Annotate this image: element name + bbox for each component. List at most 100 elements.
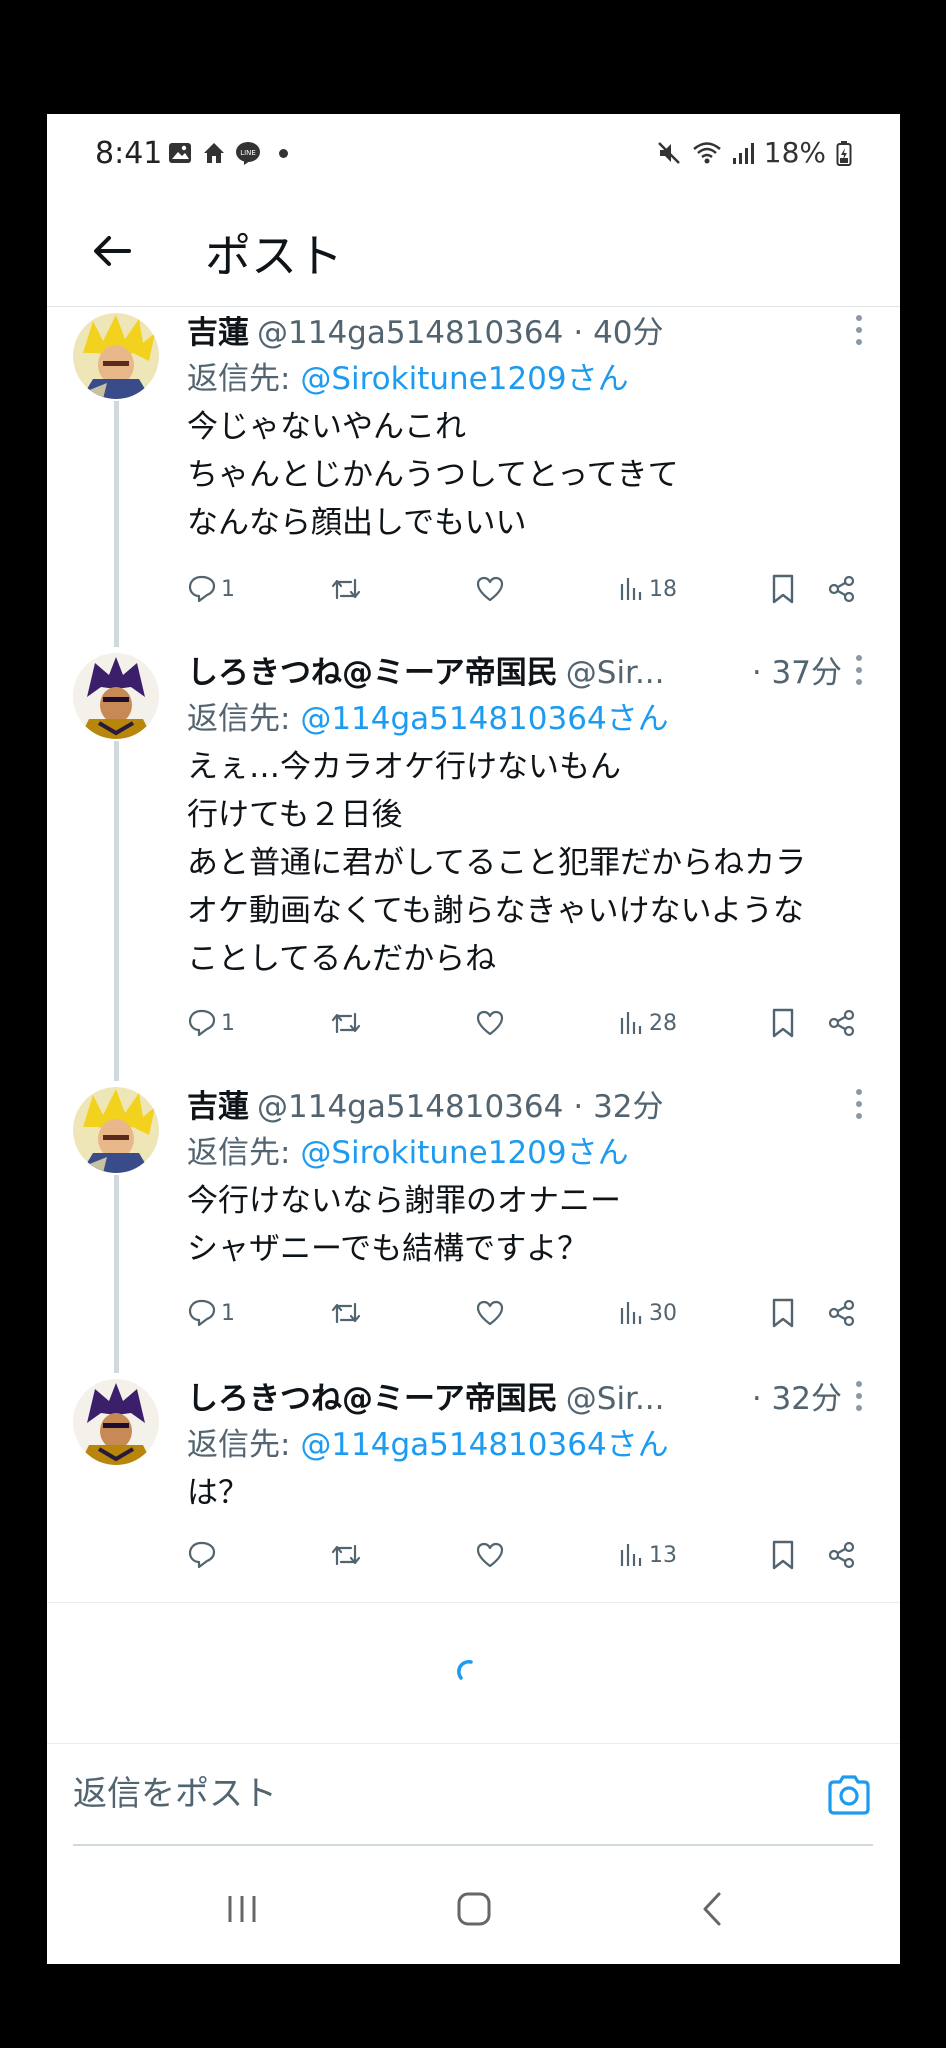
page-title: ポスト xyxy=(205,229,343,283)
system-status: 18% xyxy=(656,136,852,169)
back-arrow-icon[interactable] xyxy=(87,226,137,276)
home-button-icon[interactable] xyxy=(453,1888,495,1930)
top-app-bar: ポスト xyxy=(47,196,900,307)
reply-prefix: 返信先: xyxy=(187,701,301,737)
repost-button[interactable] xyxy=(329,1293,363,1333)
timestamp[interactable]: · 32分 xyxy=(752,1373,860,1418)
home-icon xyxy=(204,143,224,163)
views-button[interactable]: 30 xyxy=(619,1293,677,1333)
system-nav-bar xyxy=(47,1854,900,1964)
views-button[interactable]: 18 xyxy=(619,569,677,609)
more-options-icon[interactable] xyxy=(854,313,864,347)
more-options-icon[interactable] xyxy=(854,653,864,687)
mute-icon xyxy=(657,141,680,164)
bookmark-button[interactable] xyxy=(769,1003,797,1043)
reply-prefix: 返信先: xyxy=(187,1427,301,1463)
timestamp[interactable]: · 37分 xyxy=(752,647,860,692)
line-icon: LINE xyxy=(236,142,260,165)
avatar[interactable] xyxy=(73,313,159,399)
bookmark-icon xyxy=(772,574,794,604)
reply-icon xyxy=(188,1299,216,1327)
tweet[interactable]: 吉蓮 @114ga514810364 · 32分 返信先: @Sirokitun… xyxy=(47,1081,900,1373)
avatar[interactable] xyxy=(73,1379,159,1465)
back-button-icon[interactable] xyxy=(693,1888,735,1930)
repost-icon xyxy=(331,1302,361,1324)
reply-button[interactable]: 1 xyxy=(187,1293,235,1333)
tweet[interactable]: 吉蓮 @114ga514810364 · 40分 返信先: @Sirokitun… xyxy=(47,307,900,647)
avatar[interactable] xyxy=(73,653,159,739)
tweet-header: しろきつね@ミーア帝国民 @Sir... · 32分 xyxy=(187,1373,860,1417)
reply-count: 1 xyxy=(221,576,235,602)
thread-connector xyxy=(114,1175,119,1373)
heart-icon xyxy=(476,1542,504,1568)
repost-icon xyxy=(331,578,361,600)
reply-mention-link[interactable]: @114ga514810364さん xyxy=(300,701,668,737)
reply-button[interactable]: 1 xyxy=(187,569,235,609)
timestamp[interactable]: · 40分 xyxy=(573,307,681,352)
tweet[interactable]: しろきつね@ミーア帝国民 @Sir... · 32分 返信先: @114ga51… xyxy=(47,1373,900,1597)
bookmark-button[interactable] xyxy=(769,1293,797,1333)
battery-icon xyxy=(836,140,852,166)
views-icon xyxy=(620,1302,642,1324)
bookmark-button[interactable] xyxy=(769,1535,797,1575)
reply-count: 1 xyxy=(221,1010,235,1036)
repost-icon xyxy=(331,1544,361,1566)
more-options-icon[interactable] xyxy=(854,1087,864,1121)
share-button[interactable] xyxy=(827,1293,857,1333)
avatar[interactable] xyxy=(73,1087,159,1173)
reply-button[interactable] xyxy=(187,1535,221,1575)
repost-button[interactable] xyxy=(329,569,363,609)
views-icon xyxy=(620,1012,642,1034)
reply-icon xyxy=(188,1541,216,1569)
user-handle[interactable]: @114ga514810364 xyxy=(257,315,563,351)
reply-input[interactable]: 返信をポスト xyxy=(73,1744,873,1846)
gallery-icon xyxy=(169,143,191,163)
views-button[interactable]: 13 xyxy=(619,1535,677,1575)
repost-button[interactable] xyxy=(329,1003,363,1043)
camera-icon[interactable] xyxy=(826,1774,872,1816)
repost-icon xyxy=(331,1012,361,1034)
share-button[interactable] xyxy=(827,569,857,609)
phone-screen: 8:41 LINE 18% ポスト 吉蓮 @114ga514810364 · 4… xyxy=(47,114,900,1964)
tweet-text: 今行けないなら謝罪のオナニー シャザニーでも結構ですよ？ xyxy=(187,1183,621,1267)
tweet[interactable]: しろきつね@ミーア帝国民 @Sir... · 37分 返信先: @114ga51… xyxy=(47,647,900,1081)
display-name[interactable]: しろきつね@ミーア帝国民 xyxy=(187,647,558,692)
user-handle[interactable]: @114ga514810364 xyxy=(257,1089,563,1125)
tweet-actions: 13 xyxy=(187,1535,867,1575)
display-name[interactable]: 吉蓮 xyxy=(187,1081,249,1126)
like-button[interactable] xyxy=(475,1003,505,1043)
bookmark-button[interactable] xyxy=(769,569,797,609)
repost-button[interactable] xyxy=(329,1535,363,1575)
share-button[interactable] xyxy=(827,1535,857,1575)
view-count: 30 xyxy=(649,1300,677,1326)
views-icon xyxy=(620,578,642,600)
user-handle[interactable]: @Sir... xyxy=(566,655,665,691)
reply-mention-link[interactable]: @Sirokitune1209さん xyxy=(300,1135,628,1171)
thread-connector xyxy=(114,401,119,647)
more-options-icon[interactable] xyxy=(854,1379,864,1413)
reply-composer: 返信をポスト xyxy=(47,1744,900,1854)
recent-apps-icon[interactable] xyxy=(221,1888,263,1930)
status-bar: 8:41 LINE 18% xyxy=(47,114,900,196)
replying-to: 返信先: @114ga514810364さん xyxy=(187,1419,669,1464)
reply-mention-link[interactable]: @114ga514810364さん xyxy=(300,1427,668,1463)
share-icon xyxy=(828,575,855,603)
reply-mention-link[interactable]: @Sirokitune1209さん xyxy=(300,361,628,397)
user-handle[interactable]: @Sir... xyxy=(566,1381,665,1417)
share-button[interactable] xyxy=(827,1003,857,1043)
tweet-text: 今じゃないやんこれ ちゃんとじかんうつしてとってきて なんなら顔出しでもいい xyxy=(187,409,679,541)
heart-icon xyxy=(476,1010,504,1036)
replying-to: 返信先: @Sirokitune1209さん xyxy=(187,353,629,398)
more-notifications-dot xyxy=(279,148,288,158)
like-button[interactable] xyxy=(475,1293,505,1333)
share-icon xyxy=(828,1299,855,1327)
views-button[interactable]: 28 xyxy=(619,1003,677,1043)
reply-icon xyxy=(188,575,216,603)
replying-to: 返信先: @114ga514810364さん xyxy=(187,693,669,738)
like-button[interactable] xyxy=(475,1535,505,1575)
like-button[interactable] xyxy=(475,569,505,609)
display-name[interactable]: 吉蓮 xyxy=(187,307,249,352)
reply-button[interactable]: 1 xyxy=(187,1003,235,1043)
timestamp[interactable]: · 32分 xyxy=(573,1081,681,1126)
display-name[interactable]: しろきつね@ミーア帝国民 xyxy=(187,1373,558,1418)
